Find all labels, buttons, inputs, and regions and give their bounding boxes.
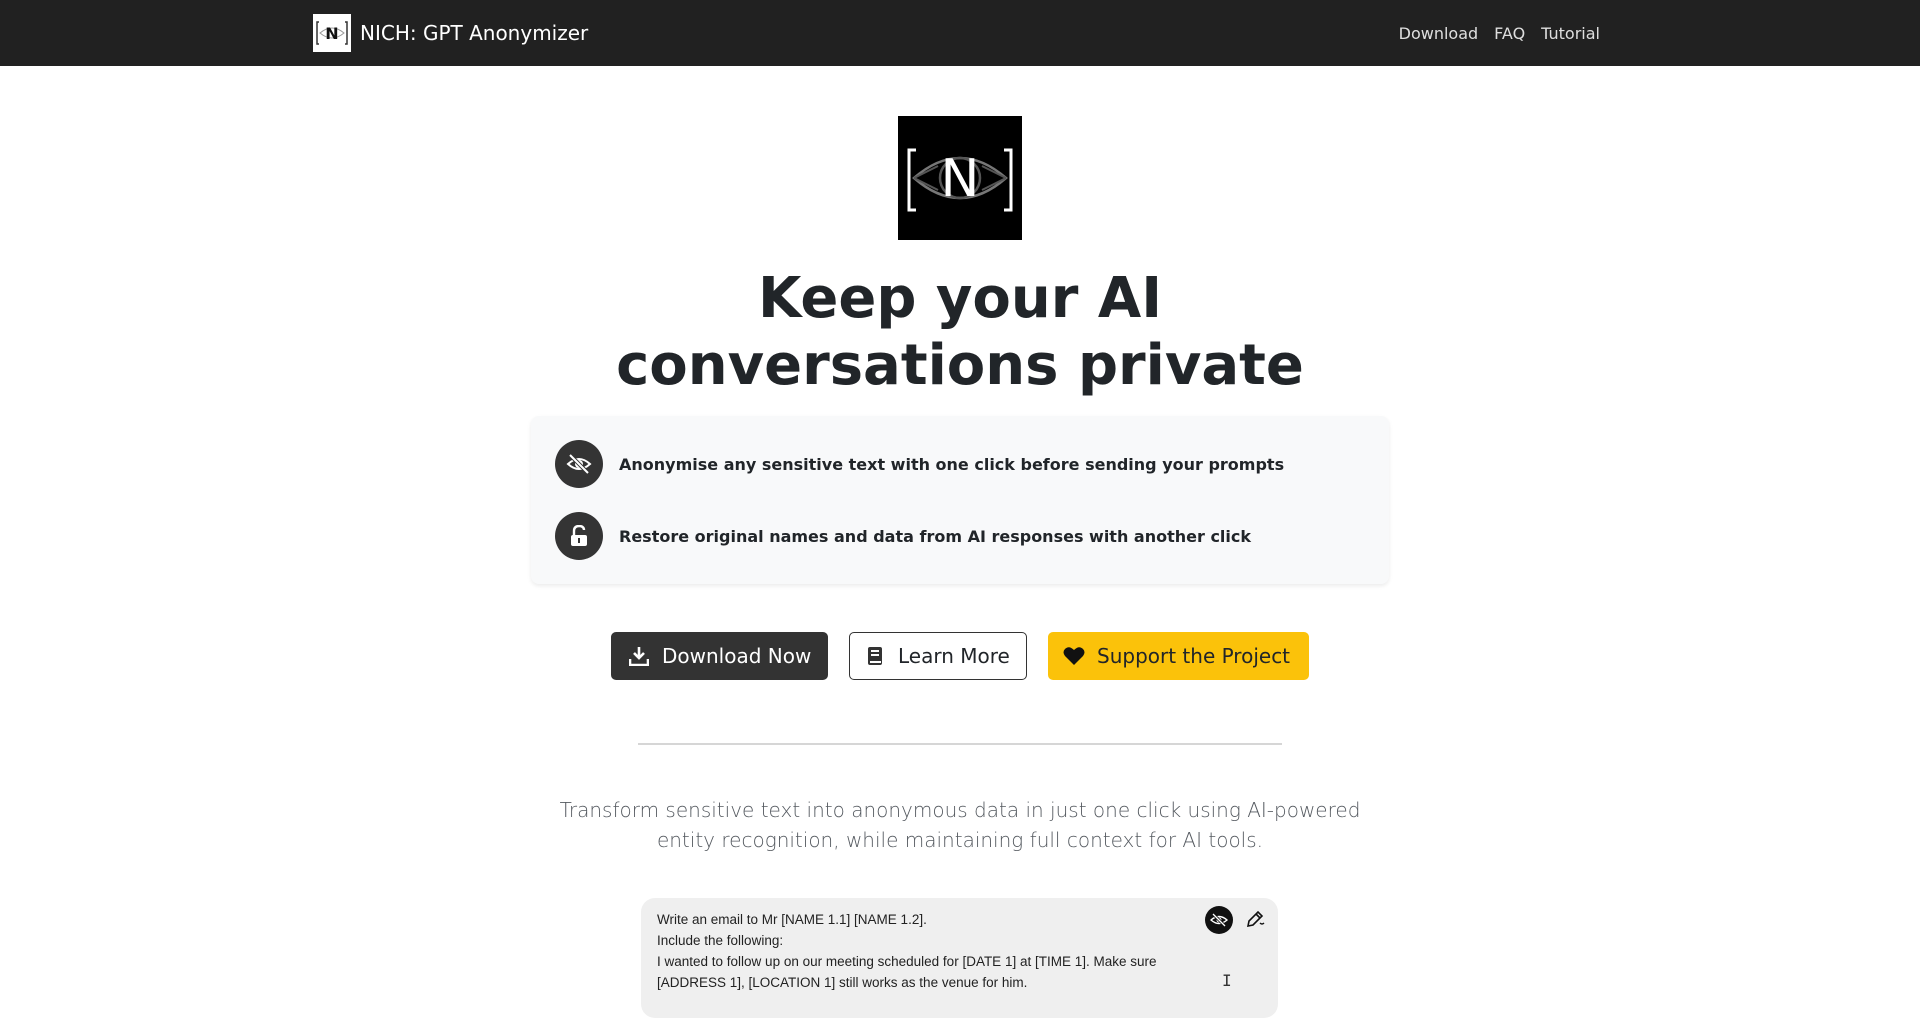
page-title: Keep your AI conversations private bbox=[560, 265, 1360, 399]
section-divider bbox=[638, 743, 1282, 745]
download-now-label: Download Now bbox=[662, 644, 812, 668]
demo-prompt-text[interactable]: Write an email to Mr [NAME 1.1] [NAME 1.… bbox=[657, 909, 1217, 993]
nav-link-faq[interactable]: FAQ bbox=[1494, 24, 1525, 43]
nav-link-download[interactable]: Download bbox=[1399, 24, 1479, 43]
eye-slash-icon bbox=[555, 440, 603, 488]
title-line-2: conversations private bbox=[616, 333, 1304, 398]
navbar: N NICH: GPT Anonymizer Download FAQ Tuto… bbox=[0, 0, 1920, 66]
support-project-button[interactable]: Support the Project bbox=[1048, 632, 1309, 680]
text-cursor-icon: I bbox=[1222, 971, 1232, 990]
title-line-1: Keep your AI bbox=[757, 266, 1163, 331]
feature-text: Anonymise any sensitive text with one cl… bbox=[619, 454, 1285, 474]
demo-line: Write an email to Mr [NAME 1.1] [NAME 1.… bbox=[657, 912, 927, 927]
feature-restore: Restore original names and data from AI … bbox=[555, 512, 1251, 560]
support-project-label: Support the Project bbox=[1097, 644, 1291, 668]
hero-logo: N bbox=[898, 116, 1022, 240]
restore-pen-icon[interactable] bbox=[1243, 907, 1267, 931]
anonymise-button[interactable] bbox=[1205, 906, 1233, 934]
nav-links: Download FAQ Tutorial bbox=[1383, 0, 1600, 66]
unlock-icon bbox=[555, 512, 603, 560]
feature-text: Restore original names and data from AI … bbox=[619, 526, 1252, 546]
feature-anonymise: Anonymise any sensitive text with one cl… bbox=[555, 440, 1284, 488]
brand-title: NICH: GPT Anonymizer bbox=[360, 21, 589, 45]
download-now-button[interactable]: Download Now bbox=[611, 632, 828, 680]
lead-description: Transform sensitive text into anonymous … bbox=[559, 798, 1361, 852]
demo-prompt-box[interactable]: Write an email to Mr [NAME 1.1] [NAME 1.… bbox=[641, 898, 1278, 1018]
book-icon bbox=[864, 645, 886, 667]
svg-text:N: N bbox=[325, 24, 338, 43]
learn-more-label: Learn More bbox=[898, 644, 1010, 668]
download-icon bbox=[628, 645, 650, 667]
demo-line: Include the following: bbox=[657, 933, 784, 948]
brand-logo-icon: N bbox=[313, 14, 351, 52]
hero-logo-letter: N bbox=[941, 149, 980, 209]
heart-icon bbox=[1063, 645, 1085, 667]
demo-line: I wanted to follow up on our meeting sch… bbox=[657, 954, 1157, 990]
nav-link-tutorial[interactable]: Tutorial bbox=[1541, 24, 1600, 43]
features-card: Anonymise any sensitive text with one cl… bbox=[531, 416, 1389, 584]
brand-link[interactable]: N NICH: GPT Anonymizer bbox=[313, 14, 588, 52]
learn-more-button[interactable]: Learn More bbox=[849, 632, 1027, 680]
